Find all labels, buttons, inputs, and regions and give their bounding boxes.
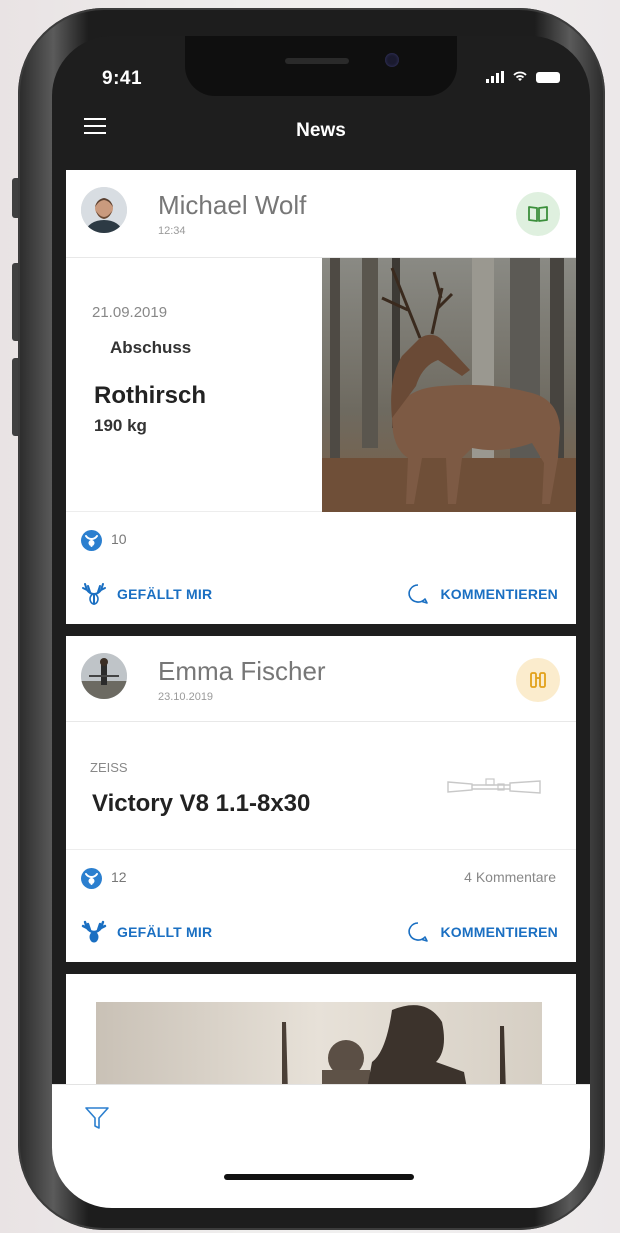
card-header: Michael Wolf 12:34 [66,170,576,258]
like-count: 10 [111,531,127,547]
like-button-label: GEFÄLLT MIR [117,924,213,940]
entry-date: 21.09.2019 [92,304,168,321]
news-feed: Michael Wolf 12:34 21.09.2019 Abschuss R… [66,170,576,1106]
like-count: 12 [111,869,127,885]
comments-count[interactable]: 4 Kommentare [464,869,556,885]
post-time: 12:34 [158,225,186,237]
author-name[interactable]: Emma Fischer [158,656,326,687]
book-icon [516,192,560,236]
wifi-icon [512,70,528,83]
news-card: Michael Wolf 12:34 21.09.2019 Abschuss R… [66,170,576,624]
likes-row: 10 [66,512,576,568]
like-count-icon [81,868,102,889]
comment-bubble-icon [408,922,429,942]
volume-up-button [12,263,18,341]
front-camera [385,53,399,67]
actions-row: GEFÄLLT MIR KOMMENTIEREN [66,568,576,624]
comment-bubble-icon [408,584,429,604]
avatar[interactable] [81,653,127,699]
signal-icon [486,71,504,83]
hunt-entry[interactable]: 21.09.2019 Abschuss Rothirsch 190 kg [66,258,576,512]
binoculars-icon [516,658,560,702]
comment-button-label: KOMMENTIEREN [440,586,558,602]
like-button[interactable]: GEFÄLLT MIR [81,582,212,606]
actions-row: GEFÄLLT MIR KOMMENTIEREN [66,906,576,962]
avatar[interactable] [81,187,127,233]
comment-button[interactable]: KOMMENTIEREN [406,582,558,606]
home-indicator[interactable] [224,1174,414,1180]
status-icons [486,70,560,83]
comment-button-label: KOMMENTIEREN [440,924,558,940]
antler-filled-icon [81,920,107,943]
antler-icon [82,583,106,605]
status-time: 9:41 [102,68,143,89]
hunters-photo[interactable] [96,1002,542,1094]
like-button-label: GEFÄLLT MIR [117,586,213,602]
news-card[interactable] [66,974,576,1094]
likes-row: 12 4 Kommentare [66,850,576,906]
post-time: 23.10.2019 [158,691,214,703]
notch [185,36,457,96]
filter-icon[interactable] [84,1105,110,1136]
like-count-icon [81,530,102,551]
news-card: Emma Fischer 23.10.2019 ZEISS Victory V8… [66,636,576,962]
equipment-entry[interactable]: ZEISS Victory V8 1.1-8x30 [66,722,576,850]
page-title: News [296,120,346,141]
entry-title: Rothirsch [94,382,207,409]
bottom-bar [52,1084,590,1208]
entry-weight: 190 kg [94,416,147,435]
like-button[interactable]: GEFÄLLT MIR [81,920,212,944]
product-brand: ZEISS [90,760,128,775]
mute-switch [12,178,18,218]
phone-screen: 9:41 News Michael Wolf 12:34 21.09.2019 … [52,36,590,1208]
entry-type: Abschuss [110,338,192,357]
volume-down-button [12,358,18,436]
author-name[interactable]: Michael Wolf [158,190,306,221]
comment-button[interactable]: KOMMENTIEREN [406,920,558,944]
product-title: Victory V8 1.1-8x30 [92,790,311,817]
deer-photo[interactable] [322,258,576,512]
riflescope-icon [446,774,542,805]
card-header: Emma Fischer 23.10.2019 [66,636,576,722]
battery-icon [536,72,560,83]
navigation-bar: News [52,102,590,162]
speaker [285,58,349,64]
